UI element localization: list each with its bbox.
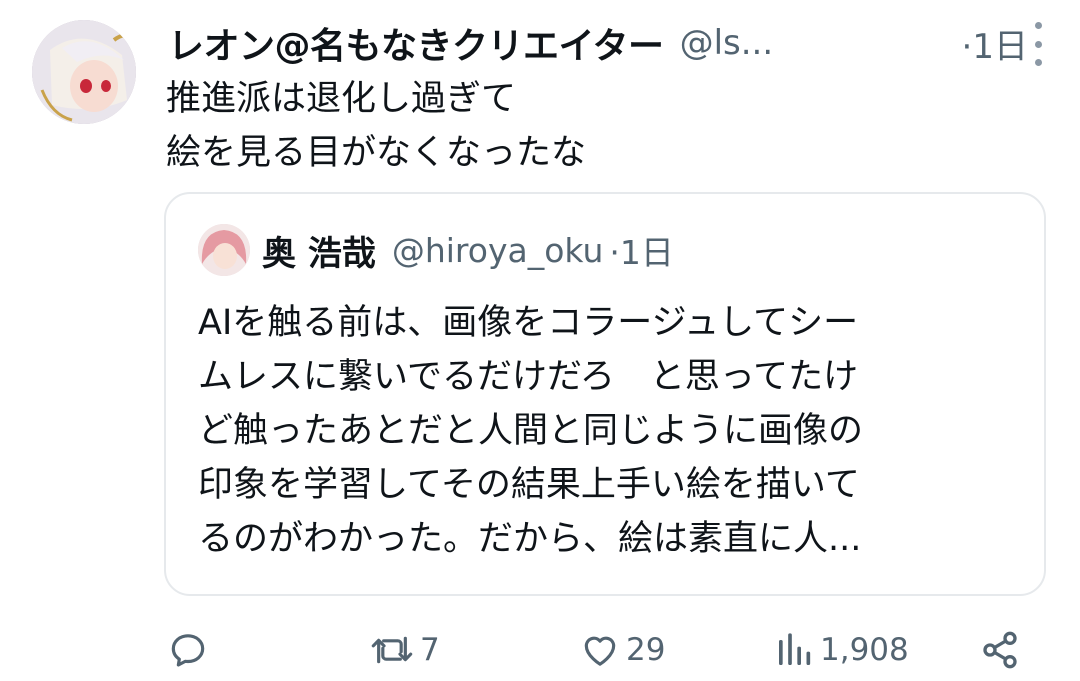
- tweet-header: レオン@名もなきクリエイター @ls... ·1日: [168, 18, 1050, 68]
- like-count: 29: [626, 632, 666, 668]
- quoted-timestamp[interactable]: ·1日: [609, 226, 674, 274]
- tweet-text-line: 推進派は退化し過ぎて: [166, 79, 517, 119]
- quoted-tweet[interactable]: 奥 浩哉 @hiroya_oku ·1日 AIを触る前は、画像をコラージュしてシ…: [164, 192, 1046, 596]
- quoted-text-line: ムレスに繋いでるだけだろ と思ってたけ: [198, 357, 859, 397]
- heart-icon: [584, 636, 616, 666]
- quoted-author-avatar[interactable]: [198, 224, 250, 276]
- author-name[interactable]: レオン@名もなきクリエイター: [168, 17, 664, 69]
- share-button[interactable]: [980, 622, 1020, 678]
- quoted-author-name[interactable]: 奥 浩哉: [262, 226, 376, 275]
- author-avatar-image: [32, 20, 136, 124]
- tweet-timestamp[interactable]: ·1日: [962, 19, 1028, 68]
- views-icon: [779, 633, 811, 665]
- tweet-text-line: 絵を見る目がなくなったな: [166, 133, 587, 173]
- more-options-icon[interactable]: [1028, 22, 1048, 66]
- quoted-text-line: AIを触る前は、画像をコラージュしてシー: [198, 303, 859, 343]
- quoted-header: 奥 浩哉 @hiroya_oku ·1日: [262, 222, 674, 278]
- quoted-avatar-image: [198, 224, 250, 276]
- like-button[interactable]: 29: [580, 622, 665, 678]
- author-avatar[interactable]: [32, 20, 136, 124]
- view-count: 1,908: [820, 632, 909, 668]
- retweet-button[interactable]: 7: [370, 622, 440, 678]
- quoted-text-line: 印象を学習してその結果上手い絵を描いて: [198, 465, 860, 505]
- retweet-count: 7: [420, 632, 440, 668]
- author-handle[interactable]: @ls...: [680, 23, 774, 63]
- quoted-text-line: ど触ったあとだと人間と同じように画像の: [198, 411, 864, 451]
- quoted-text: AIを触る前は、画像をコラージュしてシー ムレスに繋いでるだけだろ と思ってたけど…: [198, 296, 998, 566]
- reply-icon: [171, 634, 205, 667]
- quoted-text-line: るのがわかった。だから、絵は素直に人...: [198, 519, 862, 559]
- reply-button[interactable]: [168, 622, 208, 678]
- share-icon: [983, 631, 1017, 669]
- quoted-author-handle[interactable]: @hiroya_oku: [392, 231, 604, 270]
- retweet-icon: [371, 636, 413, 664]
- tweet-text: 推進派は退化し過ぎて絵を見る目がなくなったな: [166, 72, 586, 180]
- views-button[interactable]: 1,908: [774, 622, 909, 678]
- action-bar: 7 29 1,908: [168, 622, 1028, 678]
